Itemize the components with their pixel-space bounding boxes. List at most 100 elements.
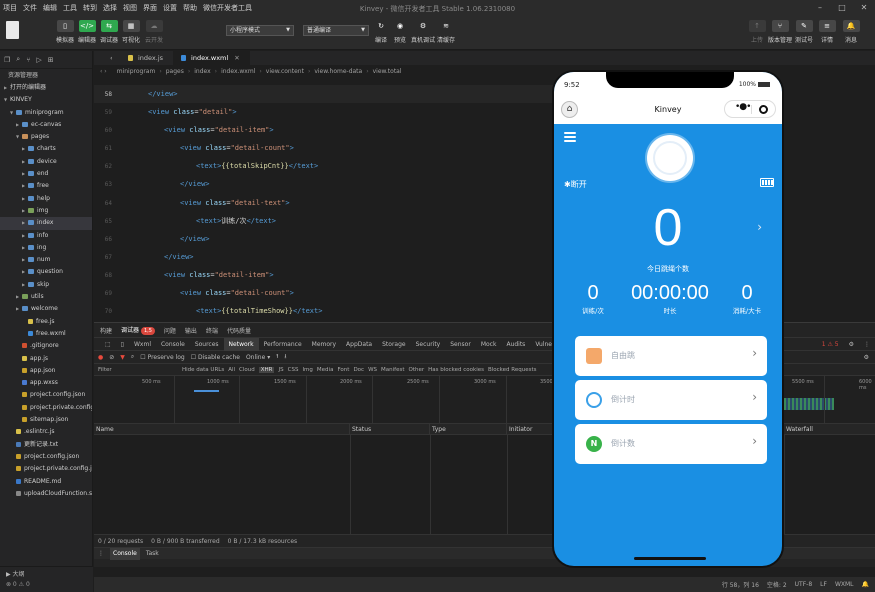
tree-item[interactable]: .gitignore (0, 340, 92, 352)
close-icon[interactable]: ✕ (853, 0, 875, 16)
mode-free-jump-button[interactable]: 自由跳 › (575, 336, 767, 376)
panel-tab[interactable]: Sensor (445, 338, 476, 351)
breadcrumb-item[interactable]: index (194, 68, 210, 75)
breadcrumb-item[interactable]: miniprogram (117, 68, 156, 75)
filter-option[interactable]: Media (317, 367, 334, 373)
tree-item[interactable]: project.config.json (0, 451, 92, 463)
panel-tab[interactable]: Mock (476, 338, 502, 351)
filter-option[interactable]: XHR (258, 366, 275, 373)
menu-item[interactable]: 选择 (100, 0, 120, 16)
tree-item[interactable]: ▶ device (0, 156, 92, 168)
tab-code-quality[interactable]: 代码质量 (227, 326, 251, 335)
tab-index-js[interactable]: index.js (120, 51, 173, 65)
tab-debugger[interactable]: 调试器 1,5 (121, 325, 155, 335)
menu-item[interactable]: 项目 (0, 0, 20, 16)
filter-option[interactable]: Hide data URLs (182, 367, 224, 373)
settings-icon[interactable]: ⚙ (864, 354, 869, 361)
tree-item[interactable]: ▶ charts (0, 143, 92, 155)
tree-item[interactable]: ▶ ing (0, 242, 92, 254)
tab-problems[interactable]: 问题 (164, 326, 176, 335)
code-line[interactable]: 60 <view class="detail-item"> (94, 121, 556, 139)
tree-item[interactable]: uploadCloudFunction.sh (0, 488, 92, 500)
tree-item[interactable]: 更新记录.txt (0, 439, 92, 451)
tree-item[interactable]: project.private.config.js... (0, 463, 92, 475)
tab-terminal[interactable]: 终端 (206, 326, 218, 335)
mode-countdown-count-button[interactable]: N 倒计数 › (575, 424, 767, 464)
panel-tab[interactable]: Memory (307, 338, 341, 351)
search-icon[interactable]: ⌕ (16, 55, 20, 64)
upload-icon[interactable]: ⭱ (276, 352, 278, 362)
tree-item[interactable]: ▶ info (0, 230, 92, 242)
tab-index-wxml[interactable]: index.wxml ✕ (173, 51, 250, 65)
breadcrumb-item[interactable]: view.home-data (314, 68, 362, 75)
tree-item[interactable]: app.js (0, 353, 92, 365)
more-icon[interactable]: •●• (735, 102, 752, 112)
tree-item[interactable]: ▶ welcome (0, 303, 92, 315)
menu-item[interactable]: 转到 (80, 0, 100, 16)
tree-item[interactable]: README.md (0, 476, 92, 488)
filter-option[interactable]: JS (278, 367, 283, 373)
breadcrumb-item[interactable]: pages (166, 68, 184, 75)
filter-option[interactable]: Other (408, 367, 424, 373)
code-line[interactable]: 64 <view class="detail-text"> (94, 194, 556, 212)
tree-item[interactable]: free.js (0, 316, 92, 328)
filter-icon[interactable]: ▼ (120, 354, 125, 361)
panel-tab[interactable]: Security (411, 338, 446, 351)
panel-tab[interactable]: Network (223, 337, 259, 351)
tree-item[interactable]: ▶ free (0, 180, 92, 192)
messages-button[interactable]: 🔔 消息 (836, 20, 866, 44)
tab-task[interactable]: Task (146, 550, 159, 557)
filter-option[interactable]: Doc (353, 367, 364, 373)
cursor-position[interactable]: 行 58，列 16 (722, 580, 759, 589)
close-icon[interactable] (759, 105, 768, 114)
col-name[interactable]: Name (94, 424, 350, 434)
user-avatar[interactable] (647, 135, 693, 181)
code-line[interactable]: 65 <text>训练/次</text> (94, 212, 556, 230)
avatar[interactable] (6, 21, 19, 39)
open-editors-section[interactable]: ▶ 打开的编辑器 (0, 82, 92, 94)
tree-item[interactable]: project.config.json (0, 389, 92, 401)
download-icon[interactable]: ⭳ (284, 352, 286, 362)
breadcrumb-item[interactable]: view.total (373, 68, 402, 75)
col-status[interactable]: Status (350, 424, 430, 434)
settings-icon[interactable]: ⚙ (844, 338, 859, 351)
record-icon[interactable]: ● (98, 354, 103, 361)
code-editor[interactable]: 58 </view> 59 <view class="detail"> 60 <view … (94, 85, 556, 321)
breadcrumb-item[interactable]: view.content (266, 68, 304, 75)
git-icon[interactable]: ⑂ (26, 56, 30, 64)
col-waterfall[interactable]: Waterfall (784, 424, 873, 434)
tree-item[interactable]: app.wxss (0, 377, 92, 389)
panel-tab[interactable]: Sources (190, 338, 224, 351)
panel-tab[interactable]: Wxml (129, 338, 156, 351)
code-line[interactable]: 66 </view> (94, 230, 556, 248)
code-line[interactable]: 61 <view class="detail-count"> (94, 139, 556, 157)
extensions-icon[interactable]: ⊞ (48, 56, 54, 64)
tree-item[interactable]: project.private.config.j... (0, 402, 92, 414)
tab-build[interactable]: 构建 (100, 326, 112, 335)
clear-icon[interactable]: ⊘ (109, 354, 114, 361)
code-line[interactable]: 69 <view class="detail-count"> (94, 284, 556, 302)
tree-item[interactable]: ▼ miniprogram (0, 107, 92, 119)
bell-icon[interactable]: 🔔 (862, 581, 869, 588)
line-ending[interactable]: LF (820, 581, 827, 588)
maximize-icon[interactable]: □ (831, 0, 853, 16)
menu-item[interactable]: 帮助 (180, 0, 200, 16)
code-line[interactable]: 67 </view> (94, 248, 556, 266)
outline-section[interactable]: ▶ 大纲 (0, 567, 93, 580)
chevron-right-icon[interactable]: › (757, 220, 762, 234)
tree-item[interactable]: app.json (0, 365, 92, 377)
tree-item[interactable]: ▶ utils (0, 291, 92, 303)
tree-item[interactable]: sitemap.json (0, 414, 92, 426)
nav-icons[interactable]: ‹ › (100, 68, 107, 75)
tab-nav-back[interactable]: ‹ (94, 51, 120, 65)
tree-item[interactable]: ▶ end (0, 168, 92, 180)
panel-tab[interactable]: Performance (259, 338, 307, 351)
compile-select[interactable]: 普通编译 ▼ (303, 25, 369, 36)
disable-cache-checkbox[interactable]: ☐ Disable cache (191, 354, 240, 361)
project-section[interactable]: ▼ KINVEY (0, 94, 92, 106)
more-icon[interactable]: ⋮ (859, 338, 875, 351)
close-icon[interactable]: ✕ (234, 54, 239, 62)
filter-option[interactable]: Has blocked cookies (428, 367, 484, 373)
code-line[interactable]: 58 </view> (94, 85, 556, 104)
filter-option[interactable]: Blocked Requests (488, 367, 537, 373)
